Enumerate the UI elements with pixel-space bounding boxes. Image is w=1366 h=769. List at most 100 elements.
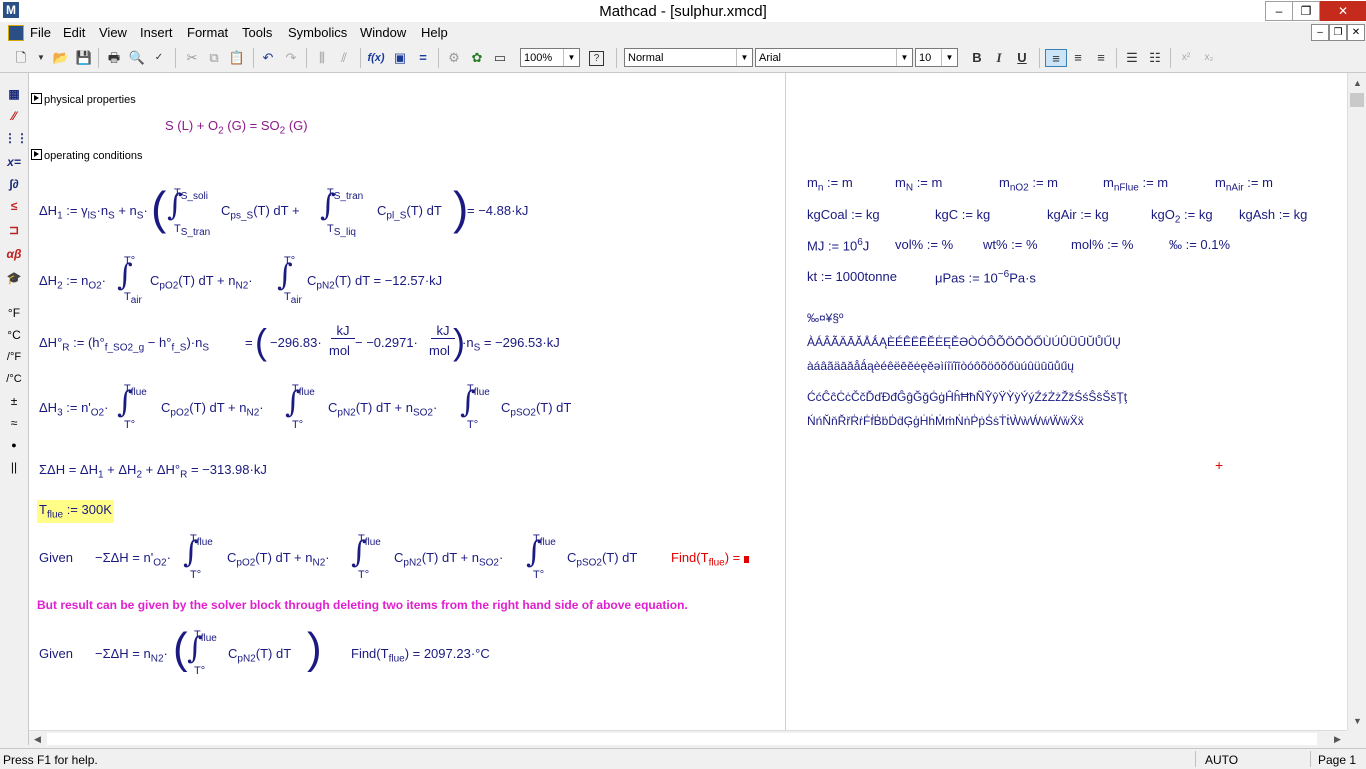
superscript-icon[interactable]: x² bbox=[1177, 49, 1195, 67]
def-var: kgC bbox=[935, 207, 959, 222]
close-button[interactable]: ✕ bbox=[1320, 1, 1366, 21]
document-icon[interactable] bbox=[8, 25, 24, 41]
save-icon[interactable]: 💾 bbox=[75, 49, 93, 67]
help-icon[interactable]: ? bbox=[589, 51, 604, 66]
align-right-icon[interactable]: ≡ bbox=[1092, 49, 1110, 67]
zoom-select[interactable]: 100% ▼ bbox=[520, 48, 580, 67]
maximize-button[interactable]: ❐ bbox=[1292, 1, 1320, 21]
dot-icon[interactable]: ● bbox=[4, 436, 24, 454]
align-center-icon[interactable]: ≡ bbox=[1069, 49, 1087, 67]
delta-celsius-icon[interactable]: /°C bbox=[4, 370, 24, 388]
resources-icon[interactable]: ✿ bbox=[468, 49, 486, 67]
delta-h3-equation[interactable]: ΔH3 := n'O2· ∫ Tflue T° CpO2(T) dT + nN2… bbox=[39, 383, 639, 443]
doc-close-button[interactable]: ✕ bbox=[1347, 24, 1365, 41]
paste-icon[interactable]: 📋 bbox=[228, 49, 246, 67]
font-size-select[interactable]: 10 ▼ bbox=[915, 48, 958, 67]
redo-icon[interactable]: ↷ bbox=[282, 49, 300, 67]
spellcheck-icon[interactable]: ✓ bbox=[150, 49, 168, 67]
given-block-2[interactable]: Given −ΣΔH = nN2· ( ∫ Tflue T° CpN2(T) d… bbox=[39, 624, 559, 684]
scroll-right-icon[interactable]: ▶ bbox=[1329, 731, 1346, 748]
print-icon[interactable]: 🖶 bbox=[105, 49, 123, 67]
programming-icon[interactable]: ⊐ bbox=[4, 221, 24, 239]
given2-lower-limit: T° bbox=[194, 665, 206, 677]
evaluation-icon[interactable]: x= bbox=[4, 153, 24, 171]
def-kt: kt := 1000tonne bbox=[807, 269, 897, 284]
copy-icon[interactable]: ⧉ bbox=[205, 49, 223, 67]
boolean-icon[interactable]: ≤ bbox=[4, 197, 24, 215]
worksheet[interactable]: physical properties S (L) + O2 (G) = SO2… bbox=[29, 73, 1347, 730]
special-chars-5[interactable]: ŃńŇňŘřṘṙḞḟḂḃḊḋĢģḢḣṀṁṄṅṖṗṠṡṪṫẀẁẂẃẄẅẌẍ bbox=[807, 414, 1084, 428]
given-block-1[interactable]: Given −ΣΔH = n'O2· ∫ Tflue T° CpO2(T) dT… bbox=[39, 533, 769, 593]
vertical-scrollbar[interactable]: ▲ ▼ bbox=[1347, 73, 1366, 730]
solver-note[interactable]: But result can be given by the solver bl… bbox=[37, 598, 688, 612]
style-select[interactable]: Normal ▼ bbox=[624, 48, 753, 67]
horizontal-scrollbar[interactable]: ◀ ▶ bbox=[29, 730, 1347, 748]
minimize-button[interactable]: – bbox=[1265, 1, 1293, 21]
graph-icon[interactable]: ⁄⁄ bbox=[4, 107, 24, 125]
menu-file[interactable]: File bbox=[30, 25, 51, 40]
new-dropdown-icon[interactable]: ▼ bbox=[32, 49, 50, 67]
calculus-icon[interactable]: ∫∂ bbox=[4, 175, 24, 193]
expand-arrow-icon[interactable] bbox=[31, 93, 42, 104]
plus-minus-icon[interactable]: ± bbox=[4, 392, 24, 410]
matrix-icon[interactable]: ⋮⋮ bbox=[4, 129, 28, 147]
scroll-thumb[interactable] bbox=[1350, 93, 1364, 107]
physical-properties-area[interactable]: physical properties bbox=[31, 93, 136, 106]
menu-tools[interactable]: Tools bbox=[242, 25, 272, 40]
calculator-icon[interactable]: ▦ bbox=[4, 85, 24, 103]
delta-h1-equation[interactable]: ΔH1 := γlS·nS + nS· ( ∫ TS_soli TS_tran … bbox=[39, 182, 539, 243]
menu-window[interactable]: Window bbox=[360, 25, 406, 40]
undo-icon[interactable]: ↶ bbox=[259, 49, 277, 67]
menu-help[interactable]: Help bbox=[421, 25, 448, 40]
special-chars-4[interactable]: ĆćĈĉĊċČčĎďĐđĜĝĞğĠġĤĥĦħÑŶŷŸỲỳÝýŹźŻżŽžŚśŜŝ… bbox=[807, 390, 1127, 404]
window-icon[interactable]: ▭ bbox=[491, 49, 509, 67]
calculate-icon[interactable]: = bbox=[414, 49, 432, 67]
greek-icon[interactable]: αβ bbox=[4, 245, 24, 263]
align-left-icon[interactable]: ≡ bbox=[1045, 49, 1067, 67]
align-down-icon[interactable]: ⫽ bbox=[335, 49, 353, 67]
special-chars-2[interactable]: ÀÁÂÃÄĀĂÅǺĄÈÉÊËĒĔĖĘĚƏÒÓÔÕÖŌŎŐÙÚÛÜŪŬŮŰŲ bbox=[807, 335, 1121, 349]
operating-conditions-area[interactable]: operating conditions bbox=[31, 149, 142, 162]
delta-fahrenheit-icon[interactable]: /°F bbox=[4, 348, 24, 366]
cut-icon[interactable]: ✂ bbox=[183, 49, 201, 67]
doc-minimize-button[interactable]: – bbox=[1311, 24, 1329, 41]
menu-edit[interactable]: Edit bbox=[63, 25, 85, 40]
reaction-equation[interactable]: S (L) + O2 (G) = SO2 (G) bbox=[165, 118, 308, 137]
scroll-down-icon[interactable]: ▼ bbox=[1348, 713, 1366, 729]
scroll-left-icon[interactable]: ◀ bbox=[29, 731, 46, 748]
insert-component-icon[interactable]: ⚙ bbox=[445, 49, 463, 67]
symbolic-icon[interactable]: 🎓 bbox=[4, 269, 24, 287]
open-folder-icon[interactable]: 📂 bbox=[52, 49, 70, 67]
menu-insert[interactable]: Insert bbox=[140, 25, 173, 40]
scroll-up-icon[interactable]: ▲ bbox=[1348, 75, 1366, 91]
font-select[interactable]: Arial ▼ bbox=[755, 48, 913, 67]
bullet-list-icon[interactable]: ☰ bbox=[1123, 49, 1141, 67]
menu-format[interactable]: Format bbox=[187, 25, 228, 40]
insert-unit-icon[interactable]: ▣ bbox=[391, 49, 409, 67]
def-sub: N bbox=[905, 182, 914, 194]
print-preview-icon[interactable]: 🔍 bbox=[128, 49, 146, 67]
hscroll-thumb[interactable] bbox=[47, 733, 1317, 745]
underline-button[interactable]: U bbox=[1013, 49, 1031, 67]
italic-button[interactable]: I bbox=[990, 49, 1008, 67]
sum-delta-h-equation[interactable]: ΣΔH = ΔH1 + ΔH2 + ΔH°R = −313.98·kJ bbox=[39, 462, 267, 481]
new-document-icon[interactable]: 🗋 bbox=[12, 49, 30, 67]
delta-hr-equation[interactable]: ΔH°R := (h°f_SO2_g − h°f_S)·nS = ( −296.… bbox=[39, 321, 599, 363]
special-chars-1[interactable]: ‰¤¥§º bbox=[807, 311, 843, 325]
doc-restore-button[interactable]: ❐ bbox=[1329, 24, 1347, 41]
special-chars-3[interactable]: àáâãäāăåǻąèéêëēĕėęěəìíîïĩīòóôõöōŏőùúûüūŭ… bbox=[807, 359, 1074, 373]
fahrenheit-icon[interactable]: °F bbox=[4, 304, 24, 322]
menu-symbolics[interactable]: Symbolics bbox=[288, 25, 347, 40]
approx-icon[interactable]: ≈ bbox=[4, 414, 24, 432]
parallel-icon[interactable]: || bbox=[4, 458, 24, 476]
bold-button[interactable]: B bbox=[968, 49, 986, 67]
insert-function-icon[interactable]: f(x) bbox=[367, 49, 385, 67]
expand-arrow-icon[interactable] bbox=[31, 149, 42, 160]
numbered-list-icon[interactable]: ☷ bbox=[1146, 49, 1164, 67]
align-regions-icon[interactable]: ⫼ bbox=[313, 49, 331, 67]
celsius-icon[interactable]: °C bbox=[4, 326, 24, 344]
menu-view[interactable]: View bbox=[99, 25, 127, 40]
subscript-icon[interactable]: x₂ bbox=[1200, 49, 1218, 67]
tflue-definition[interactable]: Tflue := 300K bbox=[37, 500, 114, 523]
delta-h2-equation[interactable]: ΔH2 := nO2· ∫ T° Tair CpO2(T) dT + nN2· … bbox=[39, 253, 539, 313]
